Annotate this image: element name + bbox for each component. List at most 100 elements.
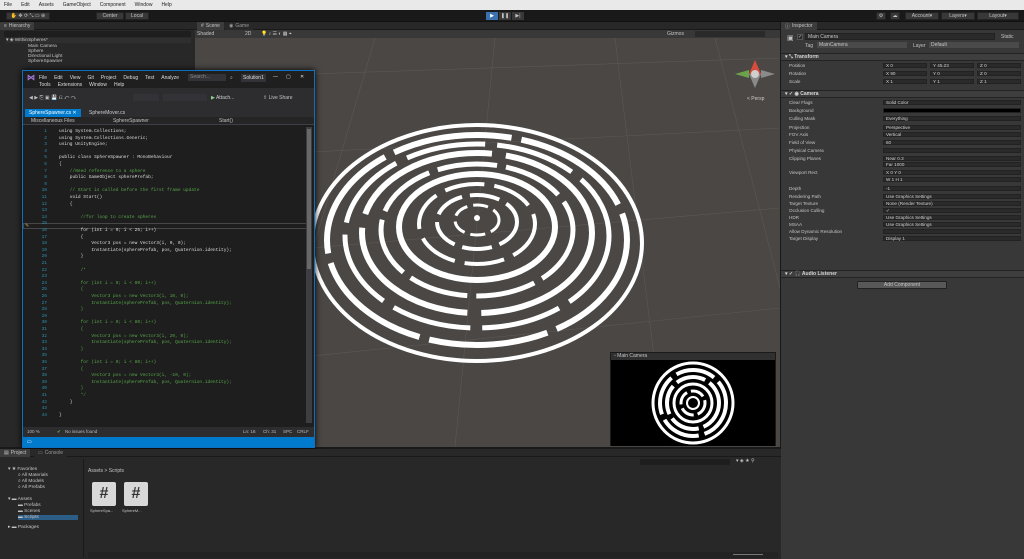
vs-zoom[interactable]: 100 % <box>27 429 40 434</box>
vs-scrollbar[interactable] <box>306 127 312 423</box>
camera-property-value[interactable]: -1 <box>883 186 1021 191</box>
static-toggle[interactable]: Static <box>1001 34 1014 40</box>
scene-search-input[interactable] <box>695 31 765 37</box>
camera-component-header[interactable]: ▾ ✓ ◉ Camera <box>781 90 1024 98</box>
collab-icon[interactable]: ⚙ <box>876 12 886 20</box>
menu-gameobject[interactable]: GameObject <box>63 2 91 8</box>
script-file-icon[interactable]: # <box>92 482 116 506</box>
tree-packages[interactable]: ▸ ▬ Packages <box>8 525 39 530</box>
cloud-icon[interactable]: ☁ <box>890 12 900 20</box>
tab-game[interactable]: ◉ Game <box>225 22 253 30</box>
position-x[interactable]: X 0 <box>883 63 927 68</box>
scene-gizmo[interactable] <box>735 60 775 88</box>
active-checkbox[interactable]: ✓ <box>797 34 803 40</box>
pause-button[interactable]: ❚❚ <box>499 12 511 20</box>
camera-property-value[interactable]: 60 <box>883 140 1021 145</box>
camera-property-value[interactable]: W 1 H 1 <box>883 177 1021 182</box>
camera-property-value[interactable]: Use Graphics Settings <box>883 215 1021 220</box>
tag-dropdown[interactable]: MainCamera <box>817 42 907 48</box>
transform-header[interactable]: ▾ ⤡ Transform <box>781 53 1024 61</box>
project-search-input[interactable] <box>640 459 730 465</box>
shading-dropdown[interactable]: Shaded <box>197 31 214 37</box>
tab-scene[interactable]: # Scene <box>197 22 224 30</box>
vs-platform-dropdown[interactable] <box>163 94 207 101</box>
script-file-name[interactable]: SphereSpa... <box>90 508 113 513</box>
scale-z[interactable]: Z 1 <box>977 79 1021 84</box>
play-button[interactable]: ▶ <box>486 12 498 20</box>
tab-console[interactable]: ▭ Console <box>34 449 68 457</box>
menu-file[interactable]: File <box>4 2 12 8</box>
camera-property-value[interactable]: Everything <box>883 116 1021 121</box>
tree-all-materials[interactable]: ⌕ All Materials <box>18 473 48 478</box>
tree-all-models[interactable]: ⌕ All Models <box>18 479 44 484</box>
tree-assets[interactable]: ▾ ▬ Assets <box>8 497 32 502</box>
pivot-local-button[interactable]: Local <box>125 12 149 20</box>
camera-property-value[interactable]: X 0 Y 0 <box>883 170 1021 175</box>
step-button[interactable]: ▶| <box>512 12 524 20</box>
camera-property-value[interactable]: None (Render Texture) <box>883 201 1021 206</box>
account-dropdown[interactable]: Account ▾ <box>905 12 939 20</box>
menu-component[interactable]: Component <box>100 2 126 8</box>
tab-project[interactable]: ▤ Project <box>0 449 31 457</box>
rotation-z[interactable]: Z 0 <box>977 71 1021 76</box>
vs-live-share-button[interactable]: ⇧ Live Share <box>263 95 293 101</box>
vs-menu-edit[interactable]: Edit <box>54 75 63 81</box>
vs-menu-test[interactable]: Test <box>145 75 154 81</box>
vs-attach-button[interactable]: ▶ Attach... <box>211 95 234 101</box>
audio-listener-header[interactable]: ▾ ✓ 🎧 Audio Listener <box>781 270 1024 278</box>
vs-code-editor[interactable]: ✎ 1 using System.Collections; 2 using Syste… <box>23 125 314 427</box>
project-breadcrumb[interactable]: Assets > Scripts <box>88 468 124 474</box>
pivot-center-button[interactable]: Center <box>96 12 124 20</box>
gizmos-dropdown[interactable]: Gizmos <box>667 31 684 37</box>
camera-property-value[interactable]: Near 0.3 <box>883 156 1021 161</box>
project-filter-icons[interactable]: ▾ ◈ ★ ⚲ <box>736 458 755 464</box>
vs-toolbar-icons[interactable]: ◀ ▶ ⎘ ▣ 💾 ⎌ ↶ ↷ <box>29 95 76 101</box>
vs-menu-analyze[interactable]: Analyze <box>161 75 179 81</box>
camera-property-value[interactable] <box>883 148 1021 153</box>
menu-edit[interactable]: Edit <box>21 2 30 8</box>
tree-prefabs[interactable]: ▬ Prefabs <box>18 503 41 508</box>
scale-x[interactable]: X 1 <box>883 79 927 84</box>
rotation-y[interactable]: Y 0 <box>930 71 974 76</box>
vs-nav-class[interactable]: SphereSpawner <box>113 118 149 124</box>
vs-tab-spheremover[interactable]: SphereMover.cs <box>85 109 129 117</box>
vs-nav-member[interactable]: Start() <box>219 118 233 124</box>
camera-property-value[interactable]: Display 1 <box>883 236 1021 241</box>
vs-maximize-icon[interactable]: ▢ <box>286 74 291 80</box>
hierarchy-scene-row[interactable]: ▾ ◈ WithinSpheres* <box>6 38 191 43</box>
vs-search-input[interactable]: Search... <box>188 74 226 81</box>
vs-search-icon[interactable]: ⌕ <box>230 75 233 81</box>
tree-all-prefabs[interactable]: ⌕ All Prefabs <box>18 485 45 490</box>
camera-property-value[interactable]: Vertical <box>883 132 1021 137</box>
position-z[interactable]: Z 0 <box>977 63 1021 68</box>
layout-dropdown[interactable]: Layout ▾ <box>977 12 1019 20</box>
icon-size-slider[interactable] <box>733 554 763 555</box>
hierarchy-search-input[interactable] <box>4 31 191 37</box>
vs-line-ending[interactable]: CRLF <box>297 429 309 434</box>
hierarchy-item-spherespawner[interactable]: SphereSpawner <box>28 59 62 64</box>
vs-menu-project[interactable]: Project <box>101 75 117 81</box>
object-name-field[interactable]: Main Camera <box>805 33 995 40</box>
tree-scenes[interactable]: ▬ Scenes <box>18 509 40 514</box>
camera-property-value[interactable]: Solid Color <box>883 100 1021 105</box>
vs-close-icon[interactable]: ✕ <box>300 74 304 80</box>
layer-dropdown[interactable]: Default <box>929 42 1019 48</box>
camera-property-value[interactable] <box>883 108 1021 113</box>
tab-hierarchy[interactable]: ≡ Hierarchy <box>0 22 35 30</box>
rotation-x[interactable]: X 90 <box>883 71 927 76</box>
menu-window[interactable]: Window <box>135 2 153 8</box>
visual-studio-window[interactable]: ⋈ File Edit View Git Project Debug Test … <box>22 70 315 448</box>
camera-property-value[interactable]: Use Graphics Settings <box>883 222 1021 227</box>
position-y[interactable]: Y 45.23 <box>930 63 974 68</box>
camera-property-value[interactable]: Far 1000 <box>883 162 1021 167</box>
menu-assets[interactable]: Assets <box>39 2 54 8</box>
vs-menu-file[interactable]: File <box>39 75 47 81</box>
camera-property-value[interactable]: Use Graphics Settings <box>883 194 1021 199</box>
add-component-button[interactable]: Add Component <box>857 281 947 289</box>
vs-menu-debug[interactable]: Debug <box>123 75 138 81</box>
tree-scripts[interactable]: ▬ Scripts <box>18 515 78 520</box>
vs-menu-git[interactable]: Git <box>87 75 93 81</box>
transform-tools[interactable]: ✋ ✥ ⟳ ⤡ ▭ ⊕ <box>6 12 50 20</box>
vs-config-dropdown[interactable] <box>133 94 159 101</box>
tree-favorites[interactable]: ▾ ★ Favorites <box>8 467 37 472</box>
